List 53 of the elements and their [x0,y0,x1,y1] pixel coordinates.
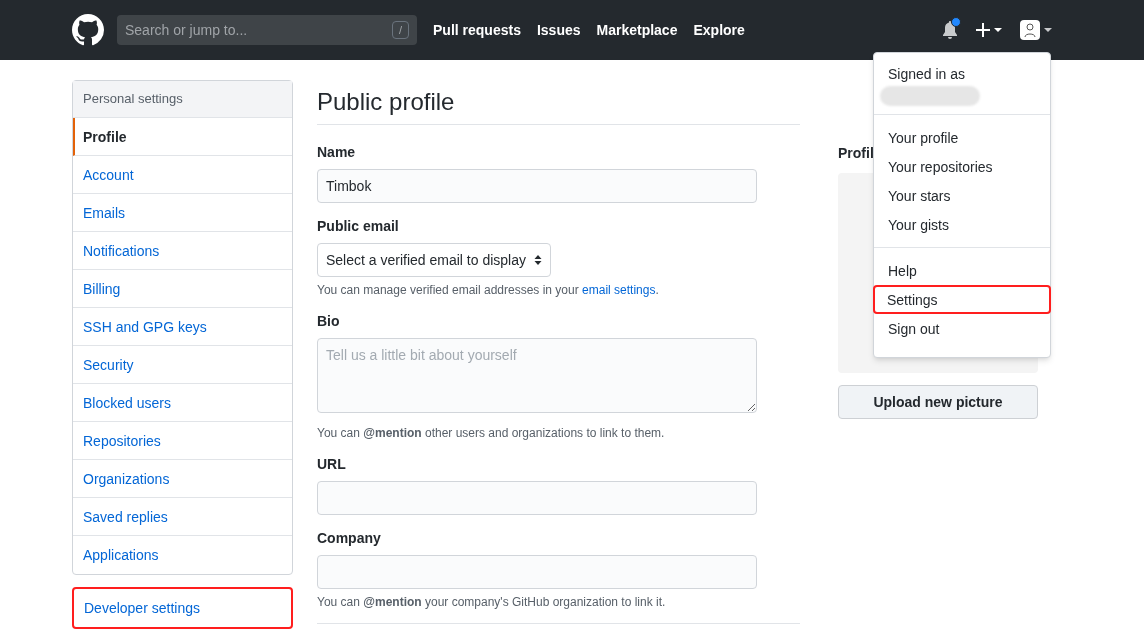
bio-field[interactable]: Tell us a little bit about yourself [317,338,757,413]
avatar-icon [1020,20,1040,40]
field-label: Bio [317,312,341,331]
dropdown-item[interactable]: Help [874,256,1050,285]
caret-icon [1044,28,1052,32]
cat-logo-icon[interactable] [72,14,104,46]
signed-in-label: Signed in as [888,65,967,84]
field-label: Name [317,143,357,162]
settings-menu-item[interactable]: Saved replies [73,498,292,536]
dropdown-item[interactable]: Your profile [874,123,1050,152]
caret-icon [994,28,1002,32]
nav-link[interactable]: Pull requests [433,20,521,40]
new-button[interactable] [976,23,1002,37]
settings-menu-item[interactable]: Blocked users [73,384,292,422]
nav-link[interactable]: Issues [536,20,581,40]
text-field[interactable]: Timbok [317,169,757,203]
text-field[interactable] [317,555,757,589]
field-label: URL [317,455,347,474]
field-label: Public email [317,217,400,236]
nav-link[interactable]: Marketplace [596,20,678,40]
settings-menu-item[interactable]: Applications [73,536,292,574]
dropdown-item[interactable]: Your stars [874,181,1050,210]
search-field[interactable]: Search or jump to... / [117,15,417,45]
settings-menu-item[interactable]: Account [73,156,292,194]
dropdown-item[interactable]: Your repositories [874,152,1050,181]
field-note: You can manage verified email addresses in your email settings. [317,282,660,298]
dropdown-item[interactable]: Your gists [874,210,1050,239]
settings-menu-item[interactable]: Notifications [73,232,292,270]
text-field[interactable] [317,481,757,515]
shortcut-key: / [391,21,409,39]
menu-heading: Personal settings [73,81,292,118]
nav-link[interactable]: Explore [693,20,745,40]
sort-icon [534,254,542,266]
dropdown-item[interactable]: Sign out [874,314,1050,343]
dropdown-item[interactable]: Settings [873,285,1051,314]
settings-menu-item[interactable]: Security [73,346,292,384]
developer-settings-link[interactable]: Developer settings [72,587,293,629]
avatar-button[interactable] [1020,20,1052,40]
field-note: You can @mention other users and organizations to link to them. [317,425,666,441]
bell-icon [942,21,958,39]
email-select[interactable]: Select a verified email to display [317,243,551,277]
section-heading: Profil [838,144,875,163]
settings-menu-item[interactable]: SSH and GPG keys [73,308,292,346]
plus-icon [976,23,990,37]
field-label: Company [317,529,382,548]
settings-menu-item[interactable]: Repositories [73,422,292,460]
settings-menu-item[interactable]: Profile [73,118,292,156]
field-note: You can @mention your company's GitHub organization to link it. [317,594,667,610]
settings-menu-item[interactable]: Organizations [73,460,292,498]
upload-picture-button[interactable]: Upload new picture [838,385,1038,419]
page-title: Public profile [317,80,800,125]
settings-menu-item[interactable]: Emails [73,194,292,232]
settings-menu-item[interactable]: Billing [73,270,292,308]
